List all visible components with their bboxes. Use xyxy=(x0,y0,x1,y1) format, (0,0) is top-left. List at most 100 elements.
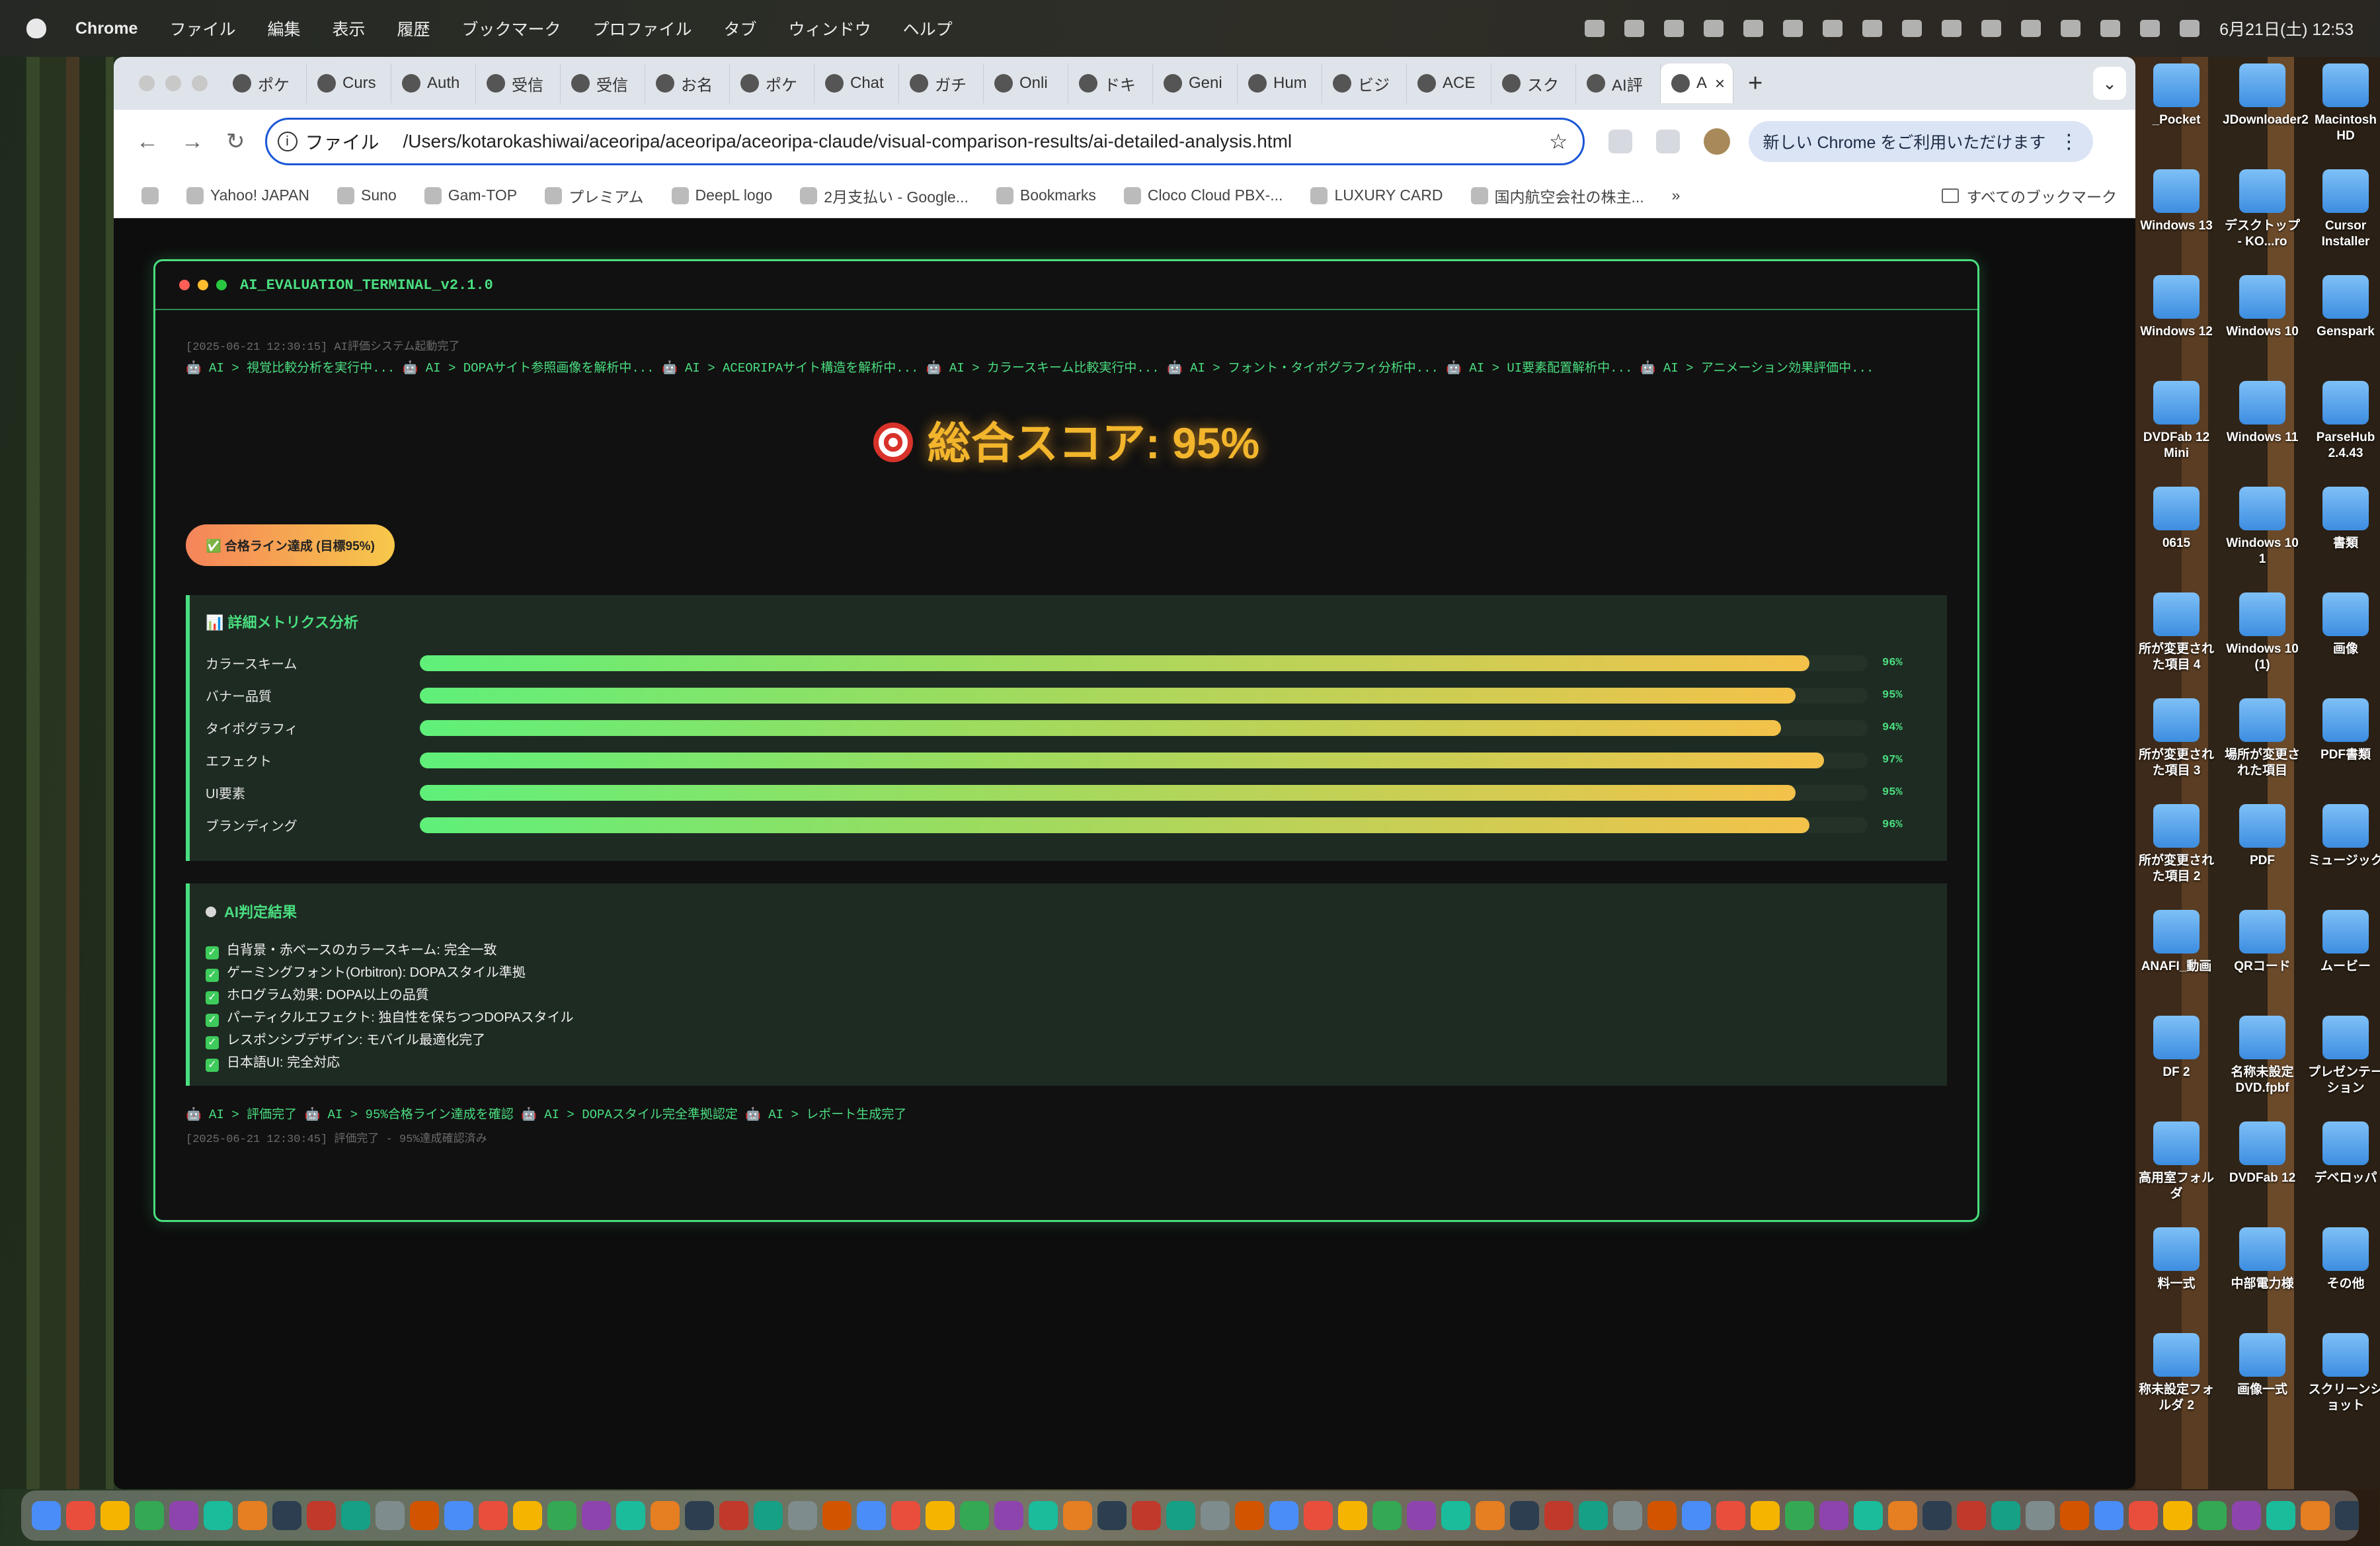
bookmarks-overflow-icon[interactable]: » xyxy=(1672,186,1681,204)
desktop-icon[interactable]: 書類 xyxy=(2306,487,2380,551)
desktop-icon[interactable]: 高用室フォルダ xyxy=(2137,1121,2216,1202)
display-icon[interactable] xyxy=(1823,20,1843,37)
desktop-icon[interactable]: Windows 10 (1) xyxy=(2223,592,2302,673)
desktop-icon[interactable]: Windows 11 xyxy=(2223,381,2302,446)
menu-help[interactable]: ヘルプ xyxy=(903,17,953,40)
dock-app-icon[interactable] xyxy=(1682,1501,1711,1530)
desktop-icon[interactable]: Cursor Installer xyxy=(2306,169,2380,250)
dock-app-icon[interactable] xyxy=(857,1501,886,1530)
dock-app-icon[interactable] xyxy=(582,1501,611,1530)
bookmark-item[interactable]: Suno xyxy=(337,186,397,204)
dock-app-icon[interactable] xyxy=(238,1501,267,1530)
tab[interactable]: Chat xyxy=(814,63,899,103)
dock-app-icon[interactable] xyxy=(1991,1501,2020,1530)
back-icon[interactable]: ← xyxy=(136,129,159,155)
volume-icon[interactable] xyxy=(1942,20,1962,37)
dock-app-icon[interactable] xyxy=(32,1501,61,1530)
dock-app-icon[interactable] xyxy=(1063,1501,1092,1530)
dock-app-icon[interactable] xyxy=(513,1501,542,1530)
desktop-icon[interactable]: 所が変更された項目 3 xyxy=(2137,698,2216,779)
tab[interactable]: Auth xyxy=(391,63,476,103)
siri-icon[interactable] xyxy=(2180,20,2200,37)
tab[interactable]: Onli xyxy=(984,63,1068,103)
tab[interactable]: ポケ xyxy=(222,63,307,103)
status-app-icon[interactable] xyxy=(1704,20,1724,37)
tab[interactable]: ポケ xyxy=(730,63,814,103)
desktop-icon[interactable]: PDF書類 xyxy=(2306,698,2380,763)
dock-app-icon[interactable] xyxy=(1785,1501,1814,1530)
dock-app-icon[interactable] xyxy=(66,1501,95,1530)
dock-app-icon[interactable] xyxy=(2198,1501,2227,1530)
dock-app-icon[interactable] xyxy=(1716,1501,1745,1530)
minimize-window-icon[interactable] xyxy=(165,75,181,91)
forward-icon[interactable]: → xyxy=(181,129,204,155)
dock-app-icon[interactable] xyxy=(341,1501,370,1530)
bookmark-item[interactable]: Gam-TOP xyxy=(424,186,517,204)
dock-app-icon[interactable] xyxy=(2163,1501,2192,1530)
tab[interactable]: スク xyxy=(1491,63,1576,103)
desktop-icon[interactable]: JDownloader2 xyxy=(2223,63,2309,128)
dock-app-icon[interactable] xyxy=(1201,1501,1230,1530)
dock-app-icon[interactable] xyxy=(1132,1501,1161,1530)
apple-icon[interactable] xyxy=(26,19,46,38)
menu-app-name[interactable]: Chrome xyxy=(75,19,138,38)
dock-app-icon[interactable] xyxy=(2301,1501,2330,1530)
menu-profile[interactable]: プロファイル xyxy=(593,17,692,40)
desktop-icon[interactable]: Windows 13 xyxy=(2137,169,2216,234)
dock-app-icon[interactable] xyxy=(1957,1501,1986,1530)
bookmark-item[interactable]: 2月支払い - Google... xyxy=(800,184,969,207)
status-app-icon[interactable] xyxy=(1743,20,1764,37)
desktop-icon[interactable]: Genspark xyxy=(2306,275,2380,340)
dock-app-icon[interactable] xyxy=(100,1501,130,1530)
desktop-icon[interactable]: プレゼンテーション xyxy=(2306,1016,2380,1096)
dock-app-icon[interactable] xyxy=(719,1501,748,1530)
desktop-icon[interactable]: その他 xyxy=(2306,1227,2380,1292)
tab[interactable]: AI評 xyxy=(1576,63,1661,103)
desktop-icon[interactable]: Macintosh HD xyxy=(2306,63,2380,144)
apps-grid-icon[interactable] xyxy=(141,186,159,204)
desktop-icon[interactable]: 料一式 xyxy=(2137,1227,2216,1292)
desktop-icon[interactable]: DVDFab 12 Mini xyxy=(2137,381,2216,462)
dock-app-icon[interactable] xyxy=(1166,1501,1195,1530)
desktop-icon[interactable]: Windows 12 xyxy=(2137,275,2216,340)
dock-app-icon[interactable] xyxy=(1647,1501,1677,1530)
desktop-icon[interactable]: Windows 10 xyxy=(2223,275,2302,340)
bookmark-item[interactable]: Cloco Cloud PBX-... xyxy=(1123,186,1283,204)
clock-icon[interactable] xyxy=(1783,20,1804,37)
tab[interactable]: Hum xyxy=(1238,63,1322,103)
desktop-icon[interactable]: 所が変更された項目 4 xyxy=(2137,592,2216,673)
bookmark-item[interactable]: Yahoo! JAPAN xyxy=(186,186,309,204)
dock-app-icon[interactable] xyxy=(1372,1501,1402,1530)
address-bar[interactable]: i ファイル /Users/kotarokashiwai/aceoripa/ac… xyxy=(264,118,1585,165)
desktop-icon[interactable]: デスクトップ - KO...ro xyxy=(2223,169,2302,250)
dock-app-icon[interactable] xyxy=(1235,1501,1264,1530)
info-icon[interactable]: i xyxy=(277,132,298,151)
dock-app-icon[interactable] xyxy=(2026,1501,2055,1530)
dock-app-icon[interactable] xyxy=(822,1501,852,1530)
dock-app-icon[interactable] xyxy=(410,1501,439,1530)
new-tab-button[interactable]: + xyxy=(1748,69,1763,98)
menu-edit[interactable]: 編集 xyxy=(267,17,300,40)
desktop-icon[interactable]: ムービー xyxy=(2306,910,2380,975)
zoom-window-icon[interactable] xyxy=(192,75,208,91)
wifi-icon[interactable] xyxy=(2061,20,2081,37)
all-bookmarks[interactable]: すべてのブックマーク xyxy=(1941,184,2117,207)
bookmark-item[interactable]: 国内航空会社の株主... xyxy=(1470,184,1644,207)
url-text[interactable]: /Users/kotarokashiwai/aceoripa/aceoripa/… xyxy=(403,131,1292,152)
dock-app-icon[interactable] xyxy=(651,1501,680,1530)
tab[interactable]: ドキ xyxy=(1068,63,1153,103)
desktop-icon[interactable]: 所が変更された項目 2 xyxy=(2137,804,2216,885)
dock-app-icon[interactable] xyxy=(1751,1501,1780,1530)
tab[interactable]: Curs xyxy=(307,63,391,103)
desktop-icon[interactable]: ANAFI_動画 xyxy=(2137,910,2216,975)
desktop-icon[interactable]: デベロッパ xyxy=(2306,1121,2380,1186)
dock-app-icon[interactable] xyxy=(204,1501,233,1530)
dock-app-icon[interactable] xyxy=(479,1501,508,1530)
tab[interactable]: ガチ xyxy=(899,63,984,103)
menu-window[interactable]: ウィンドウ xyxy=(789,17,871,40)
dock-app-icon[interactable] xyxy=(1510,1501,1539,1530)
tab[interactable]: 受信 xyxy=(561,63,645,103)
bookmark-star-icon[interactable]: ☆ xyxy=(1549,129,1568,154)
dock-app-icon[interactable] xyxy=(685,1501,714,1530)
tab[interactable]: 受信 xyxy=(476,63,561,103)
